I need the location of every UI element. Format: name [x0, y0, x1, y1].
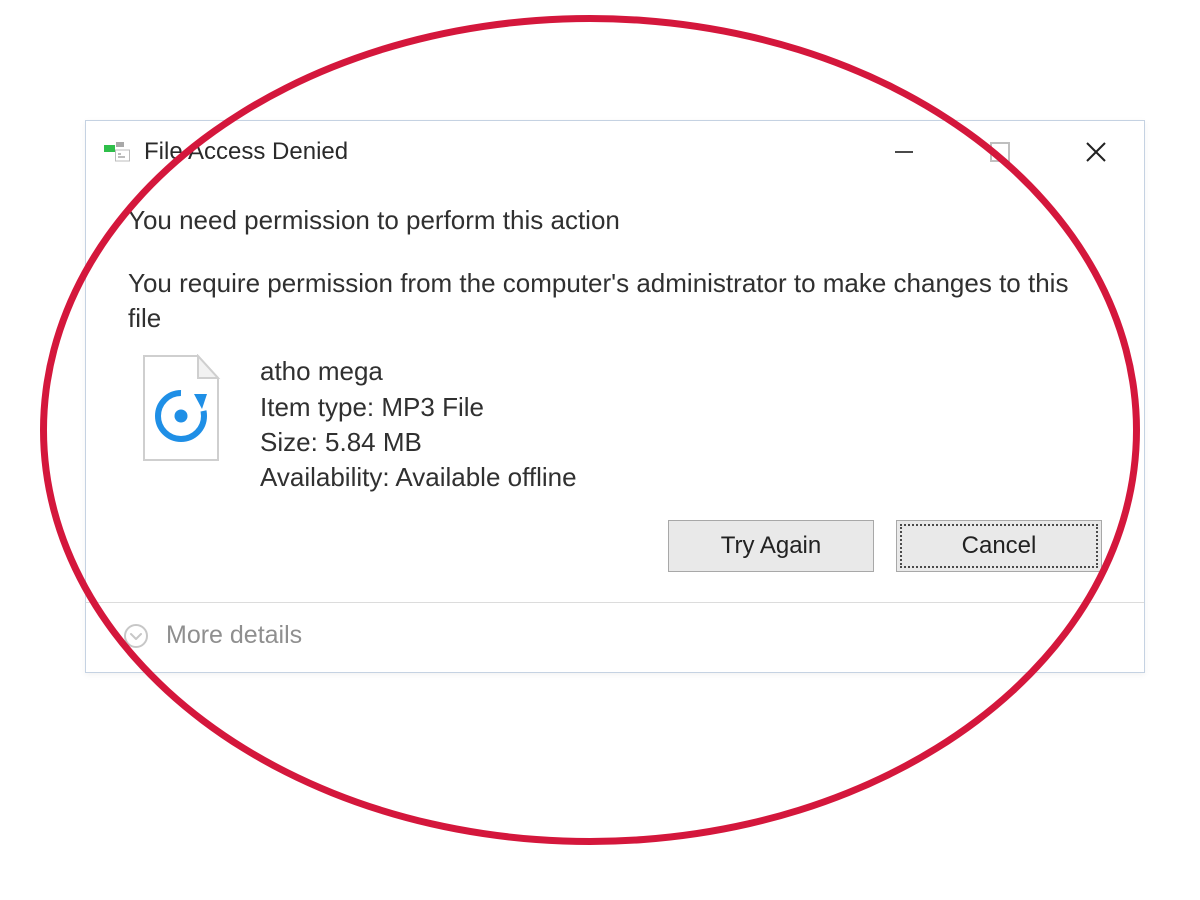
more-details-label: More details: [166, 621, 302, 650]
window-controls: [856, 121, 1144, 183]
app-icon: [104, 142, 132, 162]
dialog-buttons: Try Again Cancel: [86, 520, 1144, 602]
file-name: atho mega: [260, 354, 577, 388]
maximize-button[interactable]: [952, 121, 1048, 183]
dialog-body: You need permission to perform this acti…: [86, 183, 1144, 494]
more-details-row[interactable]: More details: [86, 602, 1144, 672]
close-button[interactable]: [1048, 121, 1144, 183]
cancel-button[interactable]: Cancel: [896, 520, 1102, 572]
file-availability: Availability: Available offline: [260, 460, 577, 494]
dialog-description: You require permission from the computer…: [128, 266, 1102, 336]
minimize-button[interactable]: [856, 121, 952, 183]
file-type-icon: [136, 354, 226, 469]
file-info-row: atho mega Item type: MP3 File Size: 5.84…: [128, 354, 1102, 494]
maximize-icon: [989, 141, 1011, 163]
file-item-type: Item type: MP3 File: [260, 390, 577, 424]
chevron-down-icon: [122, 622, 150, 650]
dialog-heading: You need permission to perform this acti…: [128, 205, 1102, 236]
try-again-button[interactable]: Try Again: [668, 520, 874, 572]
minimize-icon: [892, 140, 916, 164]
file-access-denied-dialog: File Access Denied: [85, 120, 1145, 673]
file-size: Size: 5.84 MB: [260, 425, 577, 459]
titlebar: File Access Denied: [86, 121, 1144, 183]
close-icon: [1083, 139, 1109, 165]
file-metadata: atho mega Item type: MP3 File Size: 5.84…: [260, 354, 577, 494]
dialog-title: File Access Denied: [144, 138, 856, 166]
